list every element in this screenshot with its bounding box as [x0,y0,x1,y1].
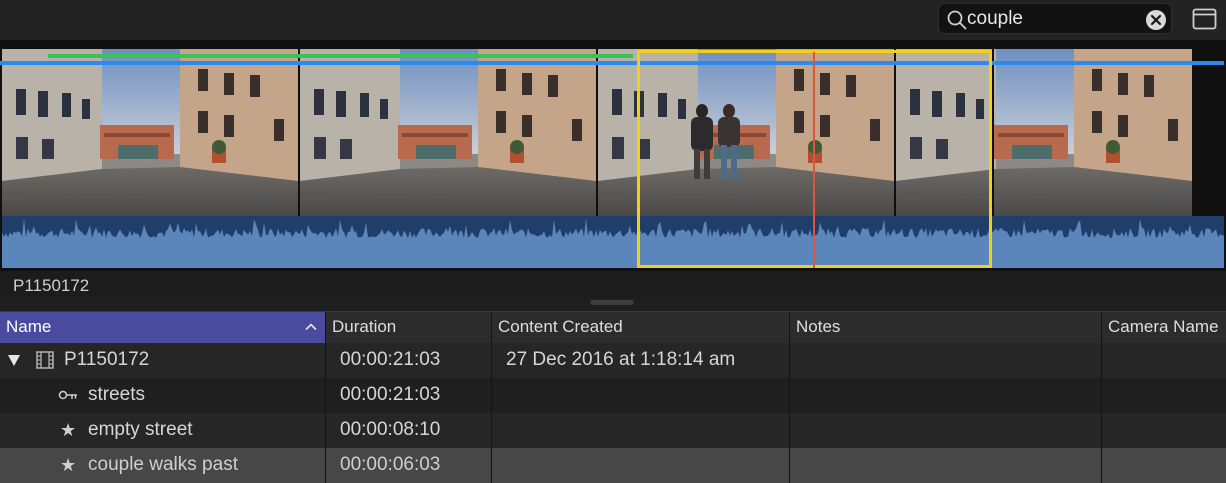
notes-cell[interactable] [790,343,1102,378]
content-created-cell [492,413,790,448]
row-name: P1150172 [64,349,150,370]
sort-ascending-icon [305,323,317,331]
star-icon: ★ [60,455,77,475]
video-thumbnails [2,49,1193,216]
camera-name-cell [1102,378,1226,413]
column-header-label: Notes [796,317,841,336]
camera-name-cell [1102,448,1226,483]
clip-label-strip: P1150172 [0,271,1226,298]
clip-name-label: P1150172 [13,276,90,295]
disclosure-triangle-icon[interactable] [7,354,21,367]
column-header-label: Content Created [498,317,623,336]
column-header-content-created[interactable]: Content Created [492,312,790,343]
column-header-duration[interactable]: Duration [326,312,492,343]
column-header-label: Camera Name [1108,317,1219,336]
key-icon [58,390,77,400]
column-header-label: Duration [332,317,397,336]
search-icon [947,10,967,30]
skimmer-playhead[interactable] [813,52,815,268]
row-name: couple walks past [88,454,238,475]
notes-cell[interactable] [790,378,1102,413]
duration-cell: 00:00:21:03 [326,343,492,378]
clip-filmstrip[interactable] [0,41,1226,271]
star-icon: ★ [60,420,77,440]
duration-cell: 00:00:08:10 [326,413,492,448]
name-cell: streets [0,378,326,413]
window-icon[interactable] [1192,8,1217,30]
camera-name-cell [1102,343,1226,378]
film-icon [36,351,54,369]
content-created-cell [492,448,790,483]
duration-cell: 00:00:06:03 [326,448,492,483]
table-row-keyword[interactable]: streets 00:00:21:03 [0,378,1226,413]
pane-resize-handle[interactable] [590,300,634,305]
column-header-notes[interactable]: Notes [790,312,1102,343]
toolbar [0,0,1226,41]
notes-cell[interactable] [790,448,1102,483]
column-header-camera-name[interactable]: Camera Name [1102,312,1226,343]
table-row-favorite-selected[interactable]: ★ couple walks past 00:00:06:03 [0,448,1226,483]
name-cell: ★ empty street [0,413,326,448]
keyword-range-bar[interactable] [48,54,633,58]
column-header-label: Name [6,317,52,336]
camera-name-cell [1102,413,1226,448]
content-created-cell: 27 Dec 2016 at 1:18:14 am [492,343,790,378]
table-row-favorite[interactable]: ★ empty street 00:00:08:10 [0,413,1226,448]
column-header-name[interactable]: Name [0,312,326,343]
duration-cell: 00:00:21:03 [326,378,492,413]
name-cell: ★ couple walks past [0,448,326,483]
search-field[interactable] [938,3,1172,34]
row-name: streets [88,384,146,405]
keyword-range-bar-blue[interactable] [0,61,1224,65]
list-header: Name Duration Content Created Notes Came… [0,311,1226,344]
notes-cell[interactable] [790,413,1102,448]
search-input[interactable] [967,6,1137,32]
row-name: empty street [88,419,193,440]
name-cell: P1150172 [0,343,326,378]
table-row-clip[interactable]: P1150172 00:00:21:03 27 Dec 2016 at 1:18… [0,343,1226,378]
clear-search-icon[interactable] [1145,9,1167,31]
content-created-cell [492,378,790,413]
audio-waveform [2,216,1224,268]
